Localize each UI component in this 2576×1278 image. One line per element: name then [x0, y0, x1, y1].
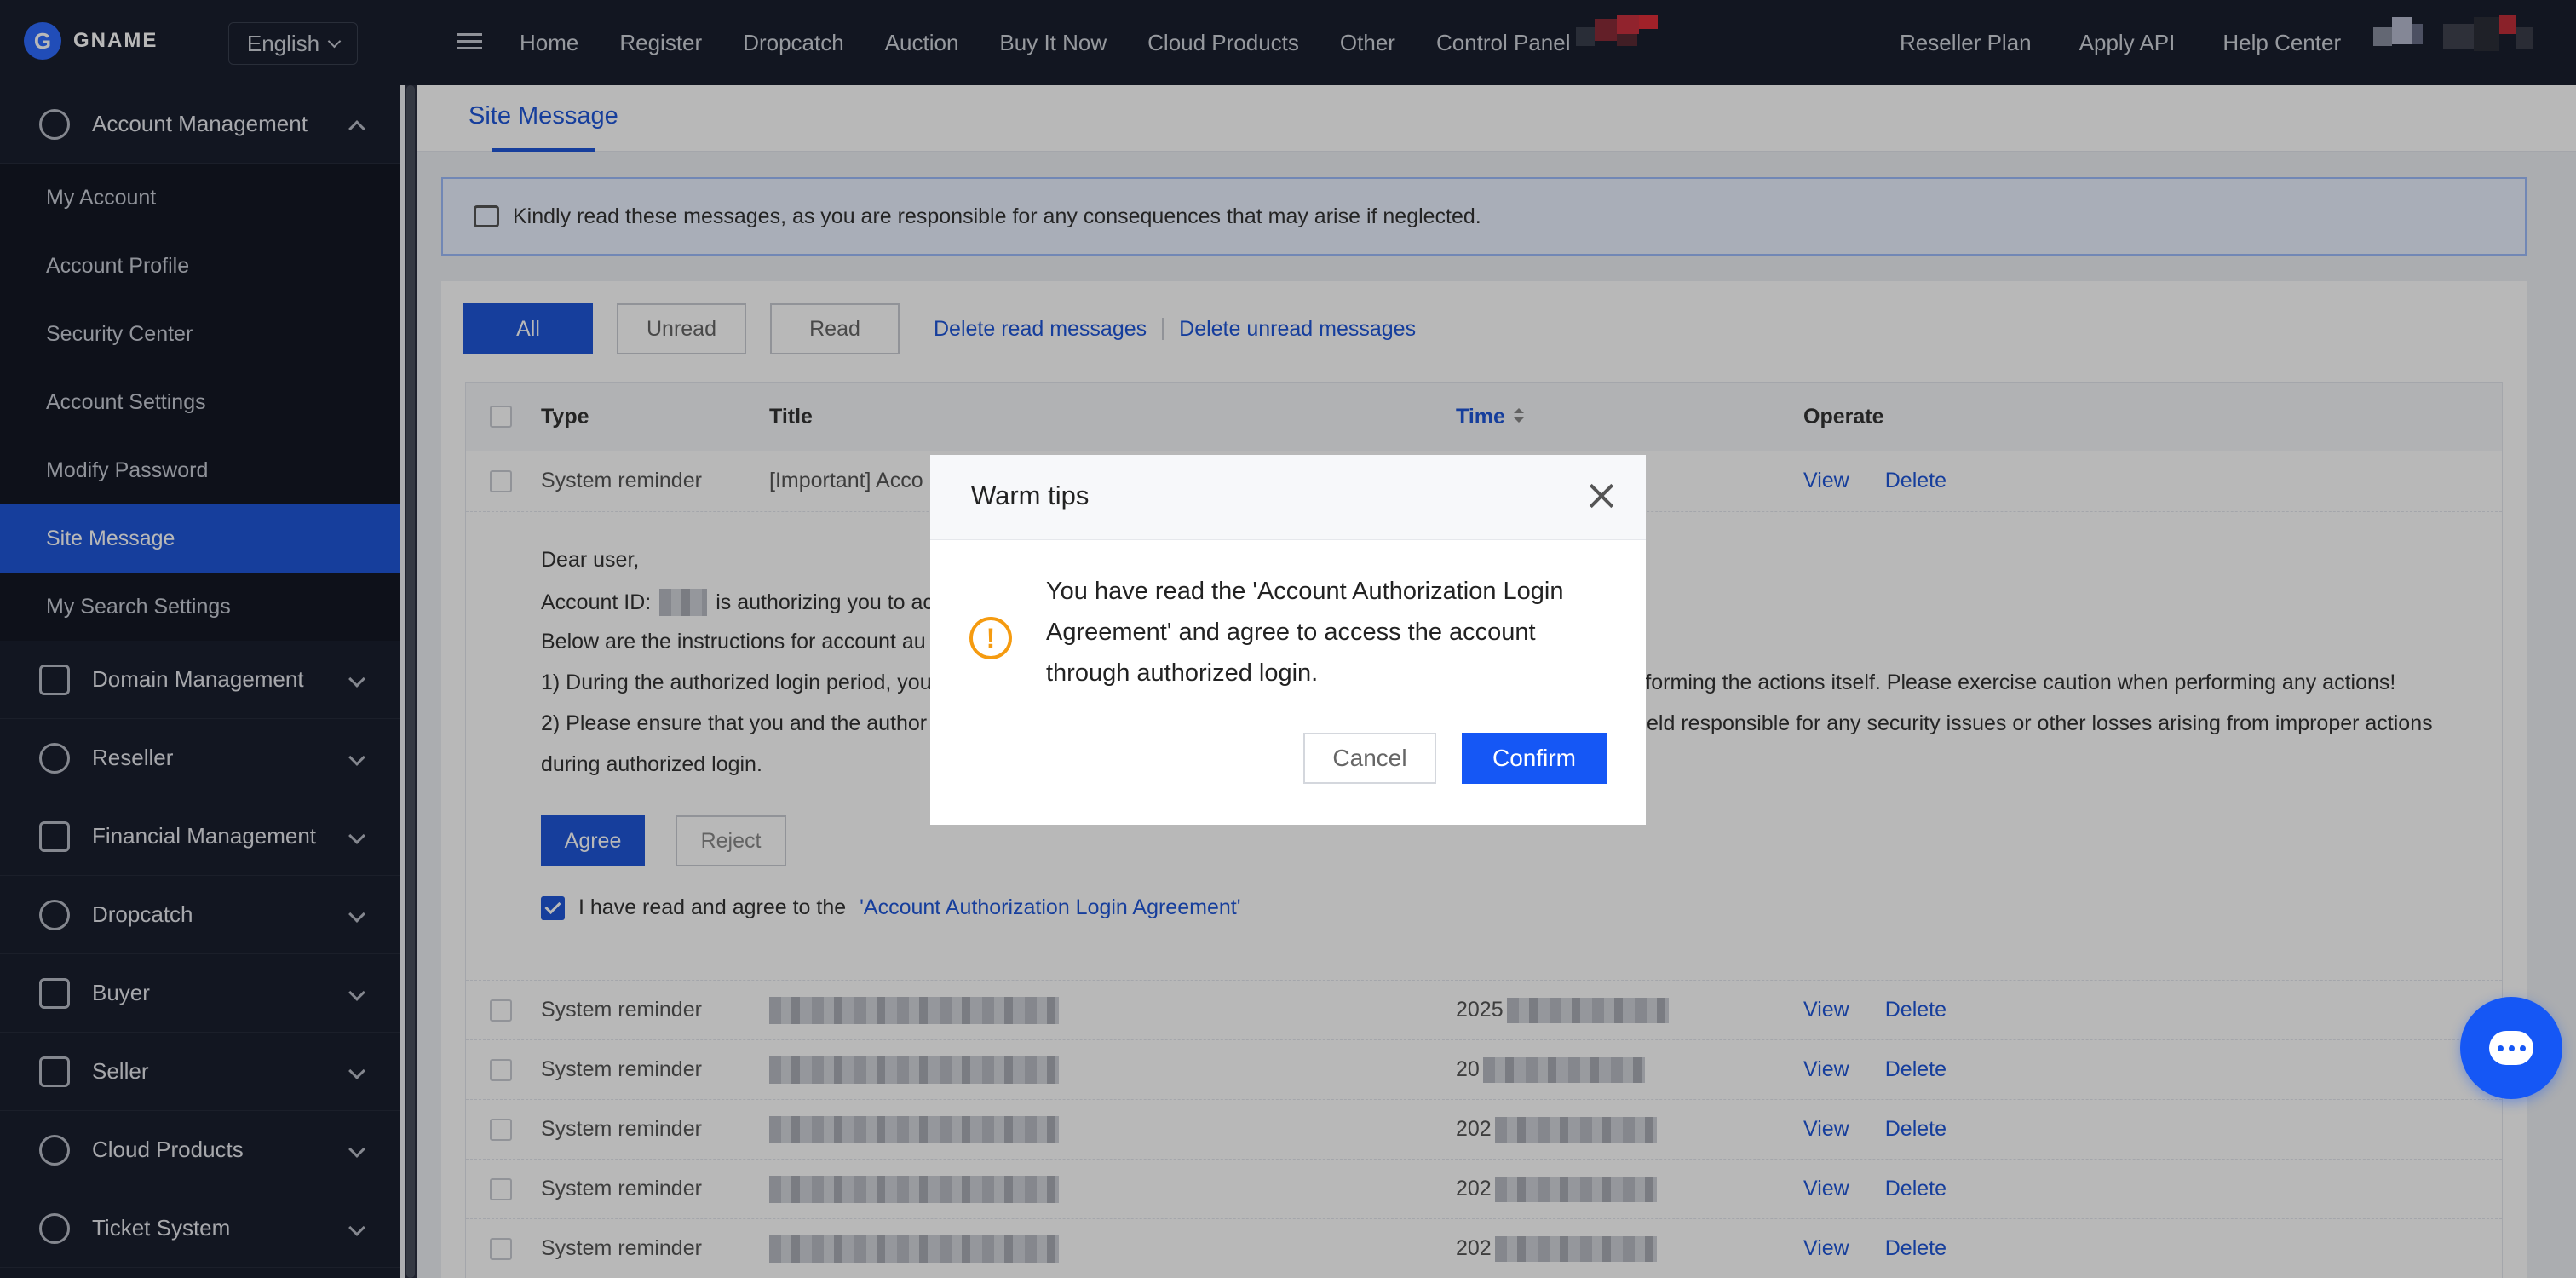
confirm-button[interactable]: Confirm: [1462, 733, 1607, 784]
modal-header: Warm tips: [930, 455, 1646, 540]
cancel-button[interactable]: Cancel: [1303, 733, 1436, 784]
close-icon[interactable]: [1586, 481, 1617, 511]
modal-message: You have read the 'Account Authorization…: [1046, 578, 1564, 687]
chat-icon: [2489, 1031, 2533, 1065]
modal-title: Warm tips: [971, 481, 1090, 510]
warm-tips-modal: Warm tips ! You have read the 'Account A…: [930, 455, 1646, 825]
chat-button[interactable]: [2460, 997, 2562, 1099]
warning-icon: !: [969, 617, 1012, 659]
